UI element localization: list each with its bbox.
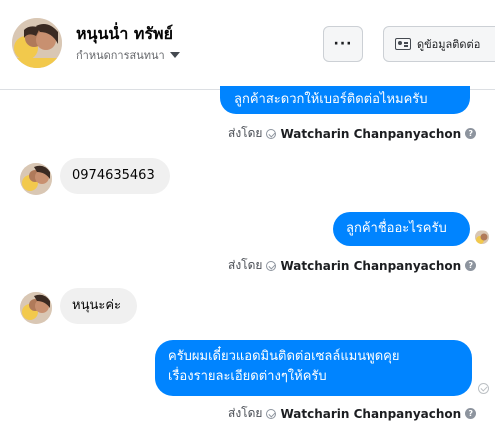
sent-by-agent: Watcharin Chanpanyachon: [280, 126, 462, 141]
message-bubble-outgoing[interactable]: ลูกค้าสะดวกให้เบอร์ติดต่อไหมครับ: [220, 86, 470, 114]
sent-by-prefix: ส่งโดย: [228, 258, 263, 272]
contact-avatar-small[interactable]: [20, 292, 52, 324]
caret-down-icon: [169, 52, 180, 58]
message-text-line: เรื่องรายละเอียดต่างๆให้ครับ: [168, 369, 327, 384]
sent-by-agent: Watcharin Chanpanyachon: [280, 258, 462, 273]
message-bubble-incoming[interactable]: หนุนะค่ะ: [60, 288, 137, 324]
message-text: 0974635463: [72, 168, 155, 183]
sent-by-line: ส่งโดย Watcharin Chanpanyachon ?: [228, 404, 477, 423]
message-text: ลูกค้าชื่ออะไรครับ: [346, 221, 447, 236]
help-icon[interactable]: ?: [465, 128, 477, 139]
sent-check-icon: [266, 128, 277, 139]
conversation-options[interactable]: กำหนดการสนทนา: [76, 46, 180, 64]
help-icon[interactable]: ?: [465, 260, 477, 271]
sent-by-line: ส่งโดย Watcharin Chanpanyachon ?: [228, 124, 477, 143]
sent-by-agent: Watcharin Chanpanyachon: [280, 406, 462, 421]
sent-by-prefix: ส่งโดย: [228, 126, 263, 140]
seen-avatar: [475, 230, 489, 244]
contact-card-icon: [395, 38, 411, 50]
contact-avatar-small[interactable]: [20, 163, 52, 195]
delivered-check-icon: [478, 383, 489, 394]
more-options-label: ···: [333, 36, 353, 52]
sent-check-icon: [266, 408, 277, 419]
conversation-header: หนุนน่ำ ทรัพย์ กำหนดการสนทนา ··· ดูข้อมู…: [0, 0, 495, 90]
sent-by-prefix: ส่งโดย: [228, 406, 263, 420]
sent-by-line: ส่งโดย Watcharin Chanpanyachon ?: [228, 256, 477, 275]
view-contact-info-label: ดูข้อมูลติดต่อ: [417, 38, 481, 51]
message-bubble-incoming[interactable]: 0974635463: [60, 158, 170, 194]
message-text: ลูกค้าสะดวกให้เบอร์ติดต่อไหมครับ: [234, 92, 428, 107]
contact-avatar[interactable]: [12, 18, 62, 68]
contact-name: หนุนน่ำ ทรัพย์: [76, 24, 173, 43]
conversation-options-label: กำหนดการสนทนา: [76, 49, 165, 62]
message-text: หนุนะค่ะ: [72, 298, 122, 313]
view-contact-info-button[interactable]: ดูข้อมูลติดต่อ: [383, 26, 495, 62]
sent-check-icon: [266, 260, 277, 271]
message-bubble-outgoing[interactable]: ครับผมเดี๋ยวแอดมินติดต่อเซลล์แมนพูดคุย เ…: [155, 340, 472, 396]
message-bubble-outgoing[interactable]: ลูกค้าชื่ออะไรครับ: [333, 212, 470, 246]
help-icon[interactable]: ?: [465, 408, 477, 419]
more-options-button[interactable]: ···: [323, 26, 363, 62]
message-text-line: ครับผมเดี๋ยวแอดมินติดต่อเซลล์แมนพูดคุย: [168, 349, 400, 364]
